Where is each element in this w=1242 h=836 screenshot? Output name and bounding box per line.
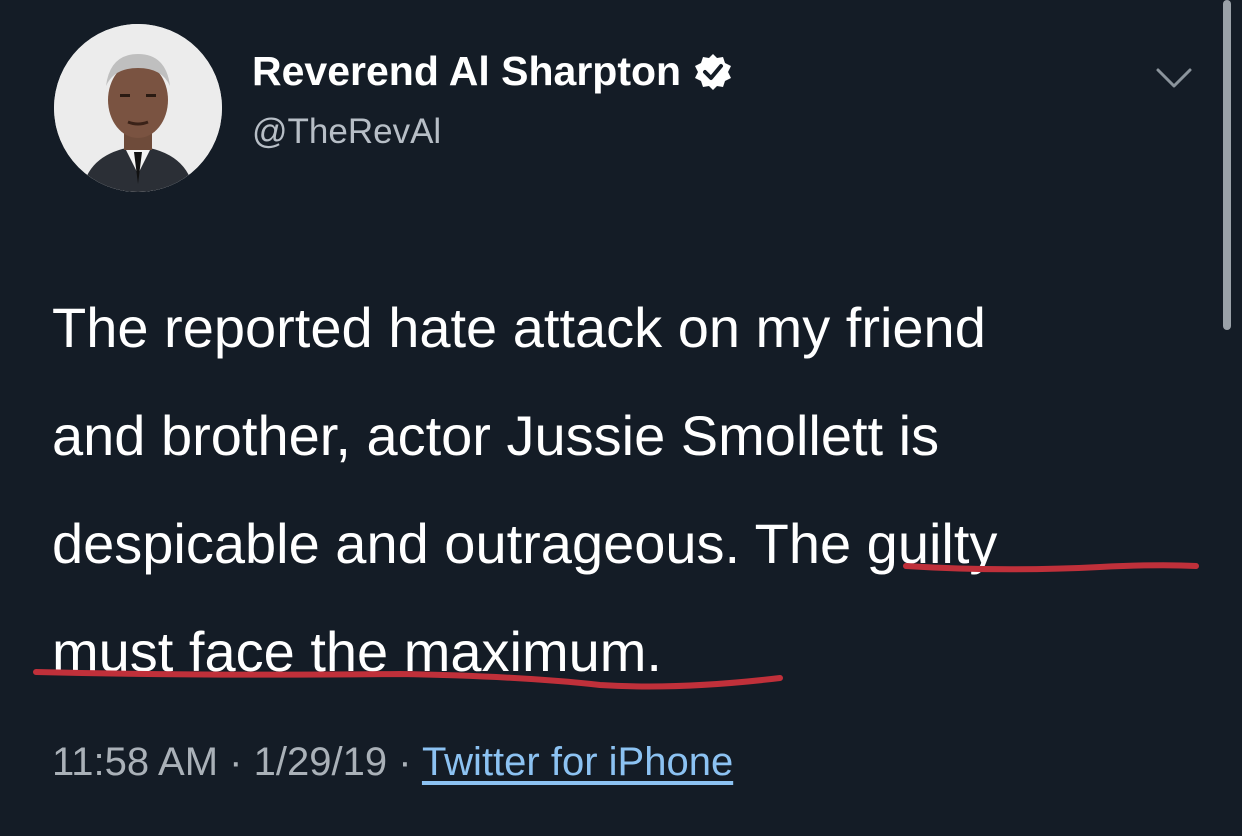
tweet-date[interactable]: 1/29/19: [254, 740, 387, 784]
meta-separator: ·: [229, 740, 243, 784]
avatar-photo: [54, 24, 222, 192]
tweet-time[interactable]: 11:58 AM: [52, 740, 218, 784]
author-handle[interactable]: @TheRevAl: [252, 112, 441, 152]
author-display-name[interactable]: Reverend Al Sharpton: [252, 48, 681, 95]
tweet-text-line: must face the maximum.: [52, 620, 662, 683]
tweet-source-link[interactable]: Twitter for iPhone: [422, 740, 733, 784]
chevron-down-icon[interactable]: [1154, 64, 1194, 92]
tweet-meta: 11:58 AM · 1/29/19 · Twitter for iPhone: [52, 740, 733, 785]
tweet-text-line: and brother, actor Jussie Smollett is: [52, 404, 940, 467]
tweet-text-line: despicable and outrageous. The guilty: [52, 512, 998, 575]
meta-separator: ·: [398, 740, 412, 784]
scrollbar[interactable]: [1223, 0, 1231, 330]
tweet-text: The reported hate attack on my friend an…: [52, 274, 1202, 706]
tweet-text-line: The reported hate attack on my friend: [52, 296, 986, 359]
avatar[interactable]: [54, 24, 222, 192]
verified-badge-icon: [693, 52, 733, 92]
author-display-name-row[interactable]: Reverend Al Sharpton: [252, 48, 733, 95]
